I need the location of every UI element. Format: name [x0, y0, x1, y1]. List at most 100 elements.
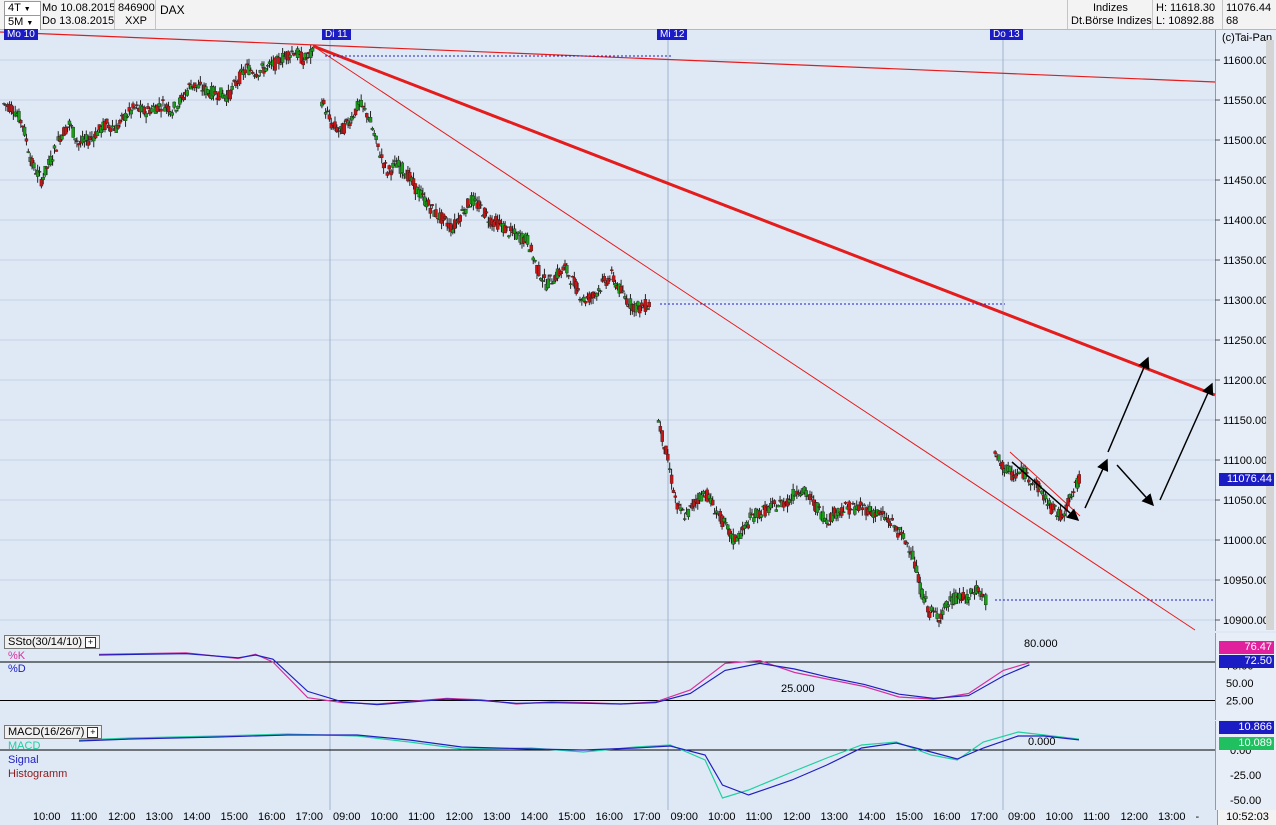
candle-body — [144, 112, 148, 118]
candle-body — [351, 116, 356, 119]
candle-body — [772, 500, 777, 505]
candle-body — [389, 170, 393, 176]
candle-body — [1040, 490, 1044, 494]
stoch-k-line — [98, 652, 1030, 705]
candle-body — [24, 138, 29, 142]
candle-body — [146, 106, 150, 110]
candle-body — [256, 75, 261, 77]
candle-body — [95, 131, 100, 137]
time-tick-label: 15:00 — [558, 811, 586, 823]
candle-body — [157, 103, 161, 107]
candle-body — [666, 453, 670, 461]
candle-body — [451, 229, 455, 233]
candle-body — [174, 110, 178, 112]
macd-legend: MACD — [8, 740, 41, 752]
time-tick-label: 12:00 — [783, 811, 811, 823]
candle-body — [1000, 461, 1005, 470]
candle-body — [434, 209, 438, 218]
candle-body — [924, 596, 928, 599]
macd-title-text: MACD(16/26/7) — [8, 726, 85, 738]
time-tick-label: 10:00 — [1045, 811, 1074, 823]
stoch-lower-level: 25.000 — [781, 683, 815, 695]
time-tick-label: 16:00 — [258, 811, 286, 823]
stoch-d-legend: %D — [8, 663, 26, 675]
candle-body — [905, 542, 909, 545]
candle-body — [75, 140, 79, 142]
time-tick-label: 17:00 — [633, 811, 661, 823]
candle-body — [525, 235, 530, 245]
time-tick-label: 10:00 — [370, 811, 399, 823]
candle-body — [699, 494, 704, 502]
histogram-legend: Histogramm — [8, 768, 68, 780]
candle-body — [935, 613, 939, 619]
candle-body — [393, 160, 397, 162]
time-tick-label: 17:00 — [970, 811, 999, 823]
stoch-title[interactable]: SSto(30/14/10) + — [4, 635, 100, 649]
candle-body — [1053, 504, 1057, 507]
drawn-arrow — [1159, 382, 1214, 501]
macd-zero-level: 0.000 — [1028, 736, 1056, 748]
day-label-mi: Mi 12 — [657, 29, 688, 40]
candle-body — [135, 104, 139, 106]
candle-body — [570, 275, 575, 278]
day-label-di: Di 11 — [322, 29, 351, 40]
candle-body — [310, 47, 315, 52]
candle-body — [675, 503, 679, 510]
candle-body — [888, 523, 893, 526]
candle-body — [323, 111, 328, 115]
candle-body — [301, 60, 305, 66]
candle-body — [542, 274, 547, 278]
candle-body — [385, 172, 390, 176]
candle-body — [957, 592, 962, 600]
candle-body — [251, 71, 255, 74]
candle-body — [862, 504, 866, 507]
price-tick-label: 11150.00 — [1223, 415, 1267, 427]
candle-body — [39, 179, 44, 187]
candle-body — [359, 100, 363, 107]
candle-body — [576, 288, 580, 291]
candle-body — [280, 52, 285, 63]
candle-body — [464, 209, 468, 214]
candle-body — [163, 107, 167, 112]
candle-body — [914, 565, 919, 574]
candle-body — [181, 97, 186, 101]
candle-body — [623, 296, 627, 299]
candle-body — [430, 204, 434, 206]
candle-body — [574, 281, 578, 294]
candle-body — [166, 105, 171, 113]
candle-body — [41, 177, 45, 180]
candle-body — [967, 597, 971, 601]
price-tick-label: 11600.00 — [1223, 55, 1268, 67]
stoch-tick-label: 50.00 — [1226, 678, 1254, 690]
candle-body — [782, 501, 786, 508]
plus-icon[interactable]: + — [87, 727, 99, 738]
plus-icon[interactable]: + — [85, 637, 96, 648]
price-scrollbar[interactable] — [1266, 40, 1274, 630]
time-tick-label: 15:00 — [220, 811, 249, 823]
candle-body — [701, 491, 706, 494]
candle-body — [1013, 474, 1018, 479]
candle-body — [176, 105, 180, 109]
candle-body — [538, 278, 543, 281]
candle-body — [473, 198, 477, 201]
candle-body — [611, 275, 616, 282]
candle-body — [243, 69, 247, 74]
candle-body — [52, 145, 57, 149]
candle-body — [582, 296, 586, 302]
candle-body — [368, 117, 373, 123]
macd-title[interactable]: MACD(16/26/7) + — [4, 725, 103, 739]
time-tick-label: - — [1195, 811, 1200, 823]
candle-body — [643, 299, 648, 312]
candle-body — [926, 606, 930, 613]
time-tick-label: 10:00 — [708, 811, 736, 823]
candle-body — [45, 166, 49, 169]
candle-body — [86, 140, 90, 146]
candle-body — [258, 70, 262, 73]
candle-body — [170, 112, 175, 116]
candle-body — [337, 130, 341, 132]
price-tick-label: 10950.00 — [1223, 575, 1269, 587]
candle-body — [638, 305, 642, 314]
macd-tick-label: -50.00 — [1230, 795, 1261, 807]
macd-tick-label: -25.00 — [1230, 770, 1261, 782]
candle-body — [107, 124, 111, 129]
